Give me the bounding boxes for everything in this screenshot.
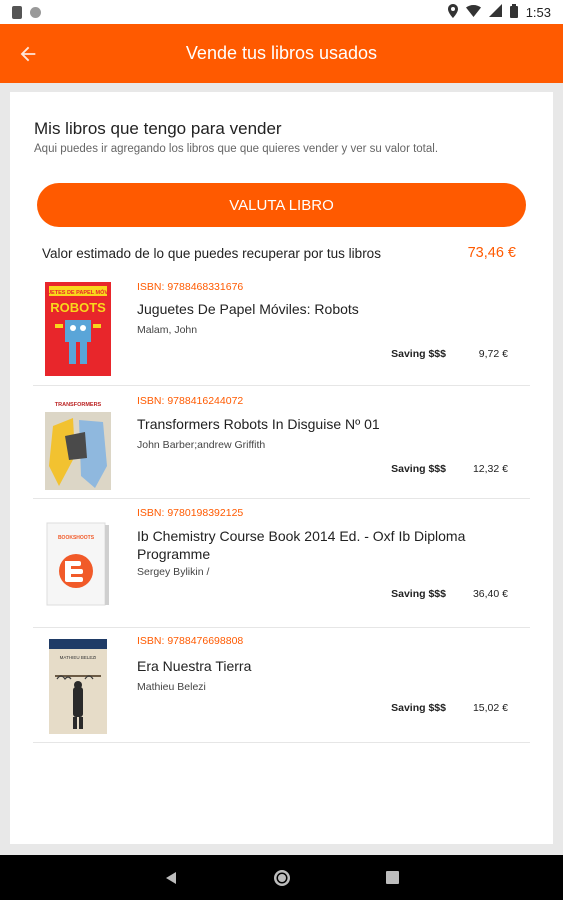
estimate-label: Valor estimado de lo que puedes recupera… <box>42 245 381 261</box>
estimate-row: Valor estimado de lo que puedes recupera… <box>42 245 516 261</box>
book-author: Malam, John <box>137 324 198 336</box>
section-title: Mis libros que tengo para vender <box>34 119 282 138</box>
section-subtitle: Aqui puedes ir agregando los libros que … <box>34 143 439 155</box>
signal-icon <box>488 4 502 20</box>
notification-icon <box>12 5 22 19</box>
book-saving: Saving $$$ <box>391 588 446 600</box>
arrow-back-icon <box>20 46 36 61</box>
book-cover: TRANSFORMERS <box>45 396 111 490</box>
book-cover: MATHIEU BELEZI <box>45 639 111 734</box>
book-isbn: ISBN: 9788476698808 <box>137 635 244 647</box>
wifi-icon <box>465 4 481 20</box>
book-cover: BOOKSHOOTS <box>45 521 111 607</box>
book-price: 15,02 € <box>472 702 508 714</box>
book-price: 36,40 € <box>472 588 508 600</box>
book-author: Mathieu Belezi <box>137 681 206 693</box>
nav-home-button[interactable] <box>273 869 291 887</box>
book-item[interactable]: MATHIEU BELEZI ISBN: 9788476698808 Era N… <box>33 628 530 743</box>
nav-back-button[interactable] <box>164 871 178 885</box>
estimate-value: 73,46 € <box>467 245 516 261</box>
battery-icon <box>509 3 518 21</box>
book-isbn: ISBN: 9788468331676 <box>137 281 244 293</box>
book-title: Juguetes De Papel Móviles: Robots <box>137 301 359 317</box>
app-bar: Vende tus libros usados <box>0 24 563 83</box>
book-cover-title-main: ROBOTS <box>50 300 106 315</box>
system-nav-bar <box>0 855 563 900</box>
book-cover-title-top: TRANSFORMERS <box>55 402 102 408</box>
book-saving: Saving $$$ <box>391 463 446 475</box>
book-price: 12,32 € <box>472 463 508 475</box>
book-item[interactable]: JUGUETES DE PAPEL MÓVILES ROBOTS ISBN: 9… <box>33 270 530 386</box>
page-title: Vende tus libros usados <box>185 43 378 63</box>
book-cover: JUGUETES DE PAPEL MÓVILES ROBOTS <box>36 282 121 376</box>
nav-recents-button[interactable] <box>386 871 399 884</box>
book-item[interactable]: BOOKSHOOTS ISBN: 9780198392125 Ib Chemis… <box>33 499 530 628</box>
book-title: Transformers Robots In Disguise Nº 01 <box>137 416 380 432</box>
circle-home-icon <box>274 869 290 886</box>
book-title: Ib Chemistry Course Book 2014 Ed. - Oxf … <box>137 528 466 562</box>
book-saving: Saving $$$ <box>391 702 446 714</box>
book-cover-title-top: JUGUETES DE PAPEL MÓVILES <box>45 288 111 296</box>
triangle-back-icon <box>166 871 176 884</box>
location-icon <box>447 3 458 21</box>
valuta-libro-button[interactable]: VALUTA LIBRO <box>37 183 526 227</box>
book-cover-title-top: MATHIEU BELEZI <box>60 655 97 660</box>
book-title: Era Nuestra Tierra <box>137 658 252 674</box>
book-item[interactable]: TRANSFORMERS ISBN: 9788416244072 Transfo… <box>33 386 530 499</box>
book-isbn: ISBN: 9780198392125 <box>137 507 244 519</box>
status-bar: 1:53 <box>0 0 563 24</box>
book-author: John Barber;andrew Griffith <box>137 439 266 451</box>
book-saving: Saving $$$ <box>391 348 446 360</box>
status-time: 1:53 <box>525 4 551 20</box>
notification-dot-icon <box>30 6 41 18</box>
book-cover-title-top: BOOKSHOOTS <box>58 535 95 541</box>
square-recents-icon <box>386 871 399 884</box>
books-card: Mis libros que tengo para vender Aqui pu… <box>10 92 553 844</box>
book-author: Sergey Bylikin / <box>137 566 210 578</box>
book-isbn: ISBN: 9788416244072 <box>137 395 244 407</box>
back-button[interactable] <box>0 24 56 83</box>
book-price: 9,72 € <box>478 348 508 360</box>
book-list: JUGUETES DE PAPEL MÓVILES ROBOTS ISBN: 9… <box>33 270 530 743</box>
